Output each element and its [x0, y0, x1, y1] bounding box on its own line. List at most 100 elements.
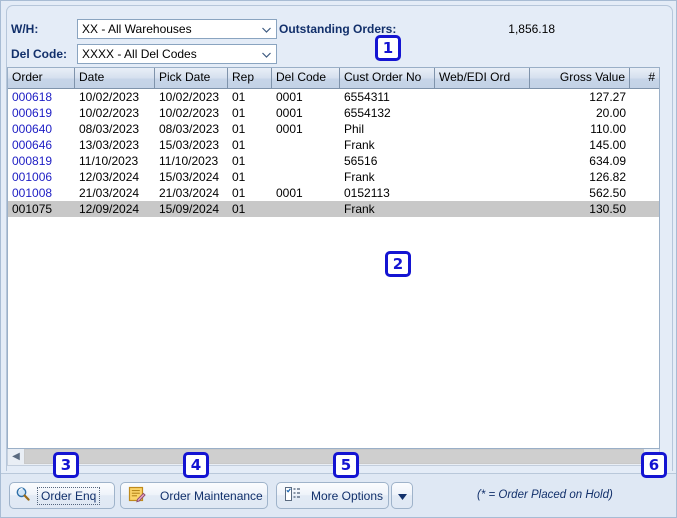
cell-hash — [630, 105, 659, 121]
warehouse-select-value: XX - All Warehouses — [82, 22, 192, 36]
table-row[interactable]: 001006 12/03/2024 15/03/2024 01 Frank 126.82 — [8, 169, 659, 185]
chevron-down-icon — [262, 52, 271, 58]
cell-web-edi-ord — [435, 105, 530, 121]
column-header-order[interactable]: Order — [8, 68, 75, 88]
del-code-label: Del Code: — [11, 47, 68, 61]
cell-rep: 01 — [232, 90, 246, 104]
cell-hash — [630, 89, 659, 105]
cell-rep: 01 — [232, 106, 246, 120]
column-header-cust-order-no[interactable]: Cust Order No — [340, 68, 435, 88]
cell-gross-value: 110.00 — [590, 122, 626, 136]
caret-down-icon — [397, 489, 407, 503]
cell-cust-order-no: Frank — [344, 202, 375, 216]
checklist-icon — [284, 486, 301, 505]
cell-gross-value: 634.09 — [589, 154, 626, 168]
cell-gross-value: 130.50 — [589, 202, 626, 216]
table-row[interactable]: 000619 10/02/2023 10/02/2023 01 0001 6554132 2… — [8, 105, 659, 121]
warehouse-label: W/H: — [11, 22, 39, 36]
column-header-gross-value[interactable]: Gross Value — [530, 68, 630, 88]
cell-rep: 01 — [232, 138, 246, 152]
annotation-badge-1: 1 — [375, 35, 401, 61]
table-row[interactable]: 000640 08/03/2023 08/03/2023 01 0001 Phil 110.… — [8, 121, 659, 137]
cell-order[interactable]: 001075 — [8, 201, 75, 217]
edit-document-icon — [128, 486, 146, 506]
annotation-badge-2: 2 — [385, 251, 411, 277]
column-header-pick-date[interactable]: Pick Date — [155, 68, 228, 88]
annotation-badge-3: 3 — [53, 452, 79, 478]
bottom-toolbar: Order Enq Order Maintenance More Options… — [1, 473, 676, 517]
column-header-web-edi-ord[interactable]: Web/EDI Ord — [435, 68, 530, 88]
del-code-select-value: XXXX - All Del Codes — [82, 47, 197, 61]
more-options-dropdown-button[interactable] — [391, 482, 413, 509]
outstanding-orders-label: Outstanding Orders: — [279, 22, 397, 36]
annotation-badge-5: 5 — [333, 452, 359, 478]
column-header-hash[interactable]: # — [630, 68, 659, 88]
cell-hash — [630, 201, 659, 217]
cell-del-code: 0001 — [276, 106, 303, 120]
order-maintenance-button[interactable]: Order Maintenance — [120, 482, 268, 509]
table-row[interactable]: 001008 21/03/2024 21/03/2024 01 0001 0152113 5… — [8, 185, 659, 201]
outstanding-orders-value: 1,856.18 — [508, 22, 555, 36]
annotation-badge-6: 6 — [641, 452, 667, 478]
cell-rep: 01 — [232, 154, 246, 168]
cell-date: 11/10/2023 — [79, 154, 139, 168]
filter-bar: W/H: XX - All Warehouses Del Code: XXXX … — [7, 15, 657, 67]
cell-web-edi-ord — [435, 137, 530, 153]
cell-hash — [630, 169, 659, 185]
order-enq-label: Order Enq — [37, 486, 101, 505]
cell-pick-date: 15/03/2023 — [159, 138, 220, 152]
column-header-del-code[interactable]: Del Code — [272, 68, 340, 88]
cell-del-code: 0001 — [276, 122, 303, 136]
orders-grid[interactable]: Order Date Pick Date Rep Del Code Cust Order … — [7, 67, 660, 449]
cell-del-code: 0001 — [276, 186, 303, 200]
table-row[interactable]: 000646 13/03/2023 15/03/2023 01 Frank 145.00 — [8, 137, 659, 153]
cell-rep: 01 — [232, 122, 246, 136]
cell-cust-order-no: Frank — [344, 170, 375, 184]
order-enquiry-window: W/H: XX - All Warehouses Del Code: XXXX … — [0, 0, 677, 518]
cell-rep: 01 — [232, 170, 246, 184]
column-header-date[interactable]: Date — [75, 68, 155, 88]
cell-web-edi-ord — [435, 201, 530, 217]
cell-del-code — [272, 201, 340, 217]
cell-order[interactable]: 001006 — [8, 169, 75, 185]
cell-cust-order-no: 56516 — [344, 154, 378, 168]
order-enq-button[interactable]: Order Enq — [9, 482, 115, 509]
orders-grid-body[interactable]: 000618 10/02/2023 10/02/2023 01 0001 6554311 1… — [8, 89, 659, 434]
scroll-left-icon[interactable]: ◀ — [8, 449, 24, 464]
cell-order[interactable]: 000618 — [8, 89, 75, 105]
search-icon — [15, 486, 31, 505]
warehouse-select[interactable]: XX - All Warehouses — [77, 19, 277, 39]
cell-hash — [630, 153, 659, 169]
cell-pick-date: 11/10/2023 — [159, 154, 219, 168]
cell-date: 08/03/2023 — [79, 122, 140, 136]
cell-order[interactable]: 000819 — [8, 153, 75, 169]
cell-hash — [630, 121, 659, 137]
orders-grid-header: Order Date Pick Date Rep Del Code Cust Order … — [8, 68, 659, 89]
annotation-badge-4: 4 — [183, 452, 209, 478]
more-options-button[interactable]: More Options — [276, 482, 389, 509]
cell-order[interactable]: 000646 — [8, 137, 75, 153]
cell-pick-date: 15/09/2024 — [159, 202, 220, 216]
cell-cust-order-no: Phil — [344, 122, 365, 136]
cell-date: 12/09/2024 — [79, 202, 140, 216]
del-code-select[interactable]: XXXX - All Del Codes — [77, 44, 277, 64]
cell-pick-date: 10/02/2023 — [159, 106, 220, 120]
column-header-rep[interactable]: Rep — [228, 68, 272, 88]
cell-date: 12/03/2024 — [79, 170, 140, 184]
cell-del-code: 0001 — [276, 90, 303, 104]
cell-gross-value: 145.00 — [589, 138, 626, 152]
cell-cust-order-no: 6554311 — [344, 90, 390, 104]
cell-del-code — [272, 137, 340, 153]
table-row[interactable]: 001075 12/09/2024 15/09/2024 01 Frank 130.50 — [8, 201, 659, 217]
table-row[interactable]: 000819 11/10/2023 11/10/2023 01 56516 634.09 — [8, 153, 659, 169]
table-row[interactable]: 000618 10/02/2023 10/02/2023 01 0001 6554311 1… — [8, 89, 659, 105]
cell-pick-date: 10/02/2023 — [159, 90, 220, 104]
more-options-label: More Options — [311, 488, 384, 503]
cell-web-edi-ord — [435, 185, 530, 201]
cell-date: 13/03/2023 — [79, 138, 140, 152]
cell-order[interactable]: 001008 — [8, 185, 75, 201]
hold-legend-note: (* = Order Placed on Hold) — [477, 489, 613, 501]
cell-rep: 01 — [232, 186, 246, 200]
cell-order[interactable]: 000619 — [8, 105, 75, 121]
cell-order[interactable]: 000640 — [8, 121, 75, 137]
